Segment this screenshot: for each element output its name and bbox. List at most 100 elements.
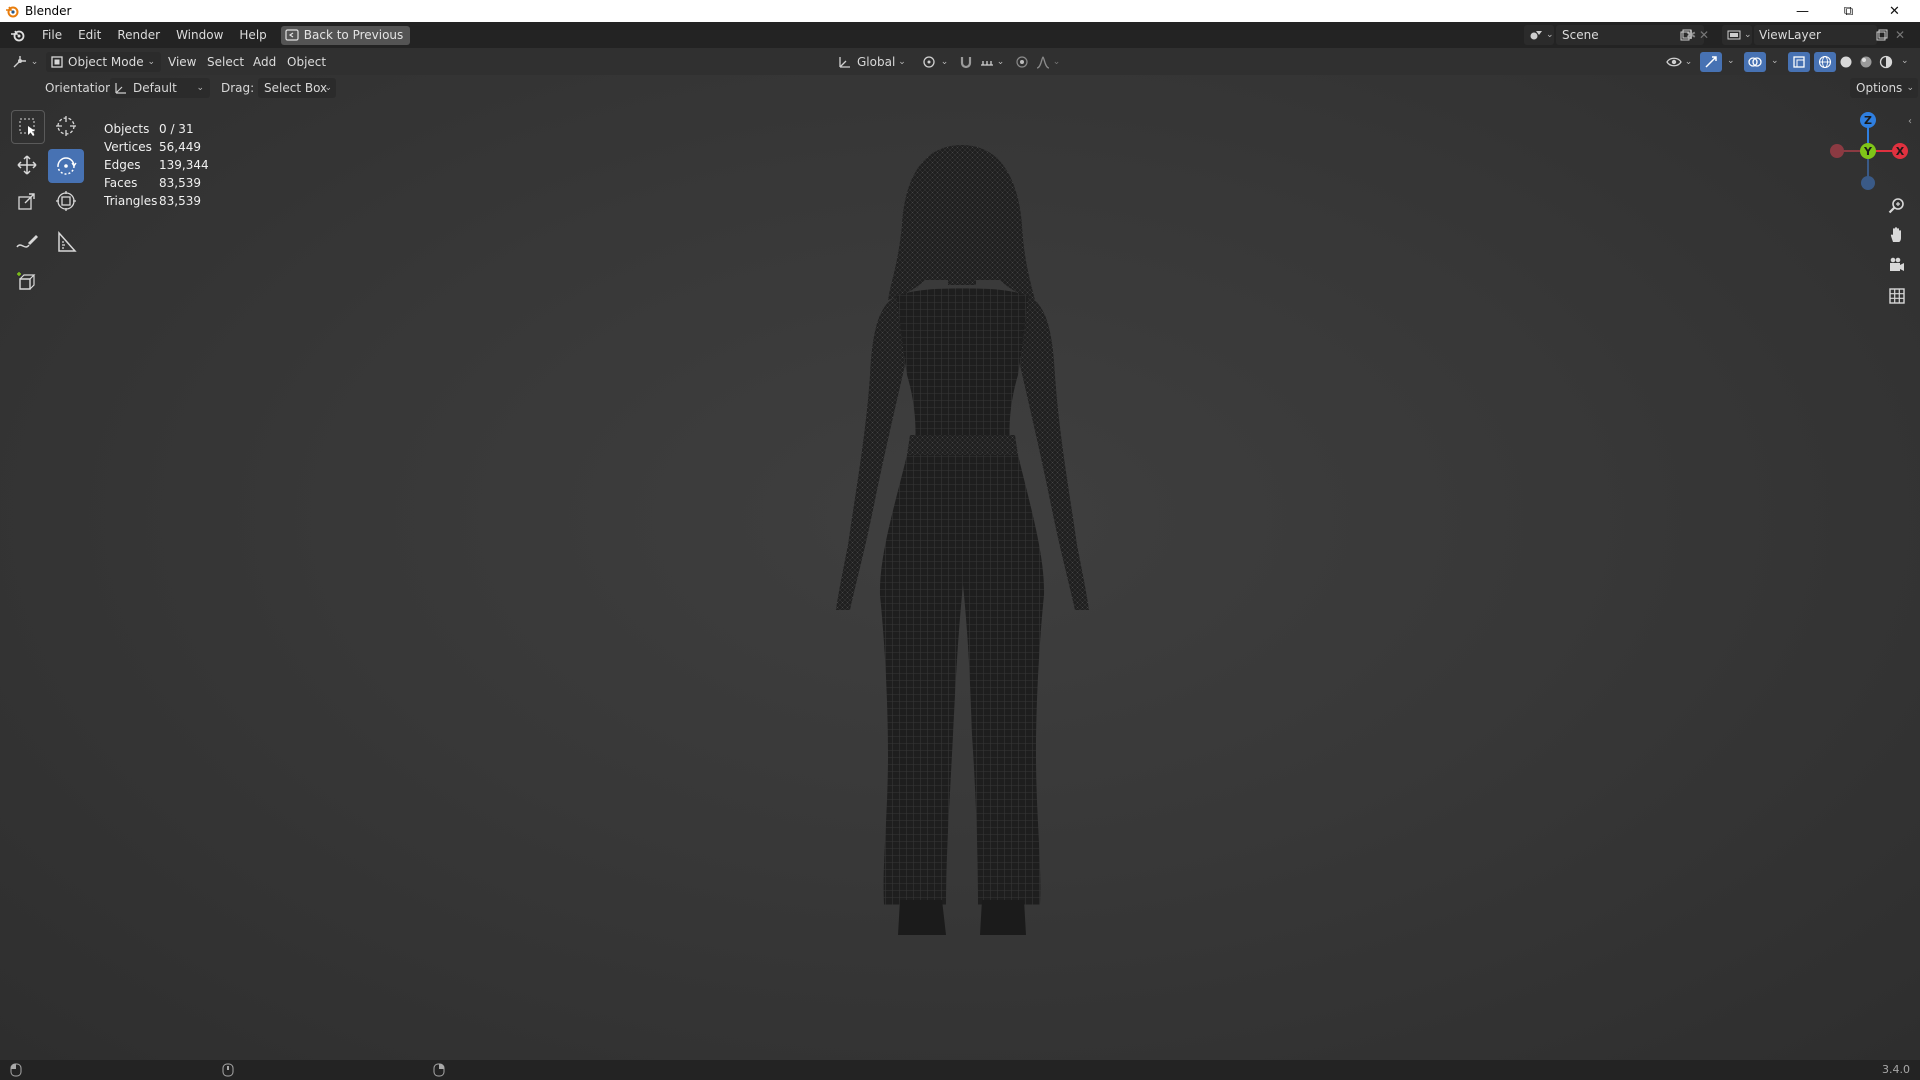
tool-rotate[interactable] (48, 149, 84, 183)
close-window-button[interactable]: ✕ (1872, 0, 1917, 22)
proportional-editing-toggle[interactable] (1012, 52, 1032, 72)
orientation-label: Orientation: (45, 81, 117, 95)
menu-edit[interactable]: Edit (70, 24, 109, 46)
overlays-icon (1748, 57, 1762, 67)
restore-button[interactable]: ⧉ (1826, 0, 1871, 22)
delete-scene-icon[interactable]: ✕ (1696, 25, 1712, 45)
navigation-gizmo[interactable]: X Z Y (1820, 104, 1920, 204)
viewport-header: ⌄ Object Mode ⌄ View Select Add Object G… (0, 48, 1920, 75)
grid-icon (1889, 288, 1905, 304)
perspective-toggle-button[interactable] (1884, 283, 1910, 309)
delete-viewlayer-icon[interactable]: ✕ (1892, 25, 1908, 45)
gizmo-dropdown-icon[interactable]: ⌄ (1727, 56, 1735, 66)
proportional-falloff-button[interactable]: ⌄ (1034, 52, 1062, 72)
chevron-down-icon: ⌄ (147, 57, 155, 67)
transform-icon (56, 191, 76, 211)
stat-label: Faces (104, 176, 138, 190)
orientation-axes-icon (839, 57, 850, 68)
menu-render[interactable]: Render (109, 24, 168, 46)
options-label: Options (1856, 81, 1903, 95)
minimize-button[interactable]: — (1780, 0, 1825, 22)
mouse-left-icon (10, 1063, 22, 1077)
shading-wireframe-button[interactable] (1814, 52, 1836, 72)
3d-viewport[interactable] (0, 75, 1920, 1060)
status-bar: 3.4.0 (0, 1060, 1920, 1080)
mouse-middle-icon (222, 1063, 234, 1077)
overlays-toggle[interactable] (1744, 52, 1766, 72)
blender-menu-icon[interactable] (10, 28, 26, 42)
viewlayer-browse-button[interactable]: ⌄ (1722, 25, 1752, 45)
character-body (836, 145, 1089, 935)
tool-annotate[interactable] (11, 226, 43, 258)
top-bar: File Edit Render Window Help Back to Pre… (0, 22, 1920, 48)
snap-toggle[interactable] (956, 52, 976, 72)
solid-sphere-icon (1840, 56, 1852, 68)
tool-measure[interactable] (50, 226, 82, 258)
tool-move[interactable] (11, 149, 43, 181)
camera-view-button[interactable] (1884, 252, 1910, 278)
snap-target-button[interactable]: ⌄ (978, 52, 1006, 72)
tool-scale[interactable] (11, 185, 43, 217)
shading-rendered-button[interactable] (1876, 52, 1896, 72)
viewlayer-name-field[interactable]: ViewLayer (1754, 25, 1877, 45)
gizmo-neg-x-handle[interactable] (1830, 144, 1844, 158)
viewlayer-icon (1727, 30, 1741, 40)
window-title: Blender (25, 4, 72, 18)
chevron-down-icon: ⌄ (1906, 83, 1914, 93)
mode-selector[interactable]: Object Mode ⌄ (46, 52, 161, 72)
menu-file[interactable]: File (34, 24, 70, 46)
move-icon (17, 155, 37, 175)
drag-selector[interactable]: Select Box ⌄ (258, 78, 336, 98)
shading-solid-button[interactable] (1836, 52, 1856, 72)
stat-value: 83,539 (159, 194, 201, 208)
chevron-down-icon: ⌄ (324, 83, 332, 93)
mouse-right-icon (433, 1063, 445, 1077)
wireframe-sphere-icon (1818, 55, 1832, 69)
hand-icon (1890, 227, 1901, 242)
pivot-point-button[interactable]: ⌄ (920, 52, 950, 72)
shading-dropdown-icon[interactable]: ⌄ (1901, 56, 1909, 66)
viewport-menu-object[interactable]: Object (279, 51, 334, 73)
character-model[interactable] (0, 75, 1920, 1060)
stat-value: 83,539 (159, 176, 201, 190)
zoom-button[interactable] (1884, 193, 1910, 219)
menu-help[interactable]: Help (231, 24, 274, 46)
orientation-value: Default (133, 81, 177, 95)
mode-label: Object Mode (68, 55, 144, 69)
tool-select-box[interactable] (11, 110, 45, 144)
new-scene-icon[interactable] (1676, 25, 1696, 45)
options-button[interactable]: Options ⌄ (1850, 78, 1918, 98)
tool-add-cube[interactable] (11, 266, 43, 298)
back-to-previous-button[interactable]: Back to Previous (280, 25, 411, 45)
rendered-sphere-icon (1879, 55, 1893, 69)
cursor-icon (56, 116, 76, 136)
sidebar-toggle-icon[interactable]: ‹ (1908, 116, 1912, 127)
tool-settings-bar: Orientation: Default ⌄ Drag: Select Box … (0, 75, 1920, 102)
stat-value: 0 / 31 (159, 122, 194, 136)
blender-logo-icon (6, 6, 19, 18)
tool-transform[interactable] (50, 185, 82, 217)
gizmo-y-label: Y (1863, 145, 1873, 158)
gizmo-x-label: X (1896, 145, 1905, 158)
transform-orientation-selector[interactable]: Global ⌄ (838, 52, 912, 72)
gizmo-icon (1705, 56, 1717, 68)
gizmo-neg-z-handle[interactable] (1861, 176, 1875, 190)
pan-button[interactable] (1884, 222, 1910, 248)
new-viewlayer-icon[interactable] (1872, 25, 1892, 45)
gizmo-toggle[interactable] (1700, 52, 1722, 72)
select-box-icon (19, 118, 35, 136)
shading-material-button[interactable] (1856, 52, 1876, 72)
stat-label: Objects (104, 122, 150, 136)
scene-browse-button[interactable]: ⌄ (1524, 25, 1554, 45)
version-label: 3.4.0 (1882, 1063, 1910, 1076)
viewport-menu-view[interactable]: View (160, 51, 204, 73)
editor-type-button[interactable]: ⌄ (10, 52, 40, 72)
orientation-selector[interactable]: Default ⌄ (110, 78, 210, 98)
overlays-dropdown-icon[interactable]: ⌄ (1771, 56, 1779, 66)
visibility-button[interactable]: ⌄ (1664, 52, 1694, 72)
menu-window[interactable]: Window (168, 24, 231, 46)
measure-icon (58, 231, 77, 252)
pivot-icon (923, 56, 935, 68)
tool-cursor[interactable] (50, 110, 82, 142)
xray-toggle[interactable] (1788, 52, 1810, 72)
